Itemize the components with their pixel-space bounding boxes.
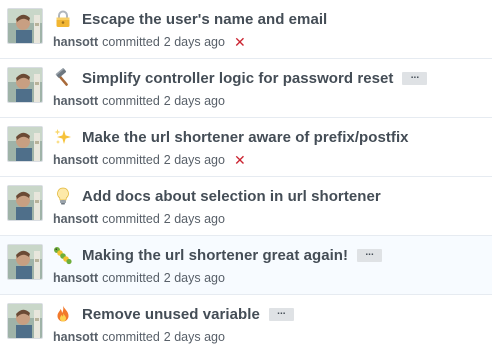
- avatar[interactable]: [7, 303, 43, 339]
- commit-row[interactable]: Add docs about selection in url shortene…: [0, 177, 492, 236]
- commit-action: committed: [102, 153, 160, 167]
- caterpillar-icon: [53, 245, 73, 265]
- commit-time: 2 days ago: [163, 94, 225, 108]
- commit-row[interactable]: Remove unused variable ... hansott commi…: [0, 295, 492, 344]
- commit-time: 2 days ago: [163, 330, 225, 344]
- commit-action: committed: [102, 94, 160, 108]
- avatar[interactable]: [7, 185, 43, 221]
- commit-author[interactable]: hansott: [53, 271, 98, 285]
- commit-time: 2 days ago: [163, 35, 225, 49]
- build-failed-icon[interactable]: ✕: [234, 35, 246, 49]
- expand-message-button[interactable]: ...: [268, 306, 294, 321]
- lock-icon: [53, 9, 73, 29]
- commit-time: 2 days ago: [163, 212, 225, 226]
- commit-list: Escape the user's name and email hansott…: [0, 0, 492, 344]
- light-bulb-icon: [53, 186, 73, 206]
- commit-action: committed: [102, 212, 160, 226]
- commit-title[interactable]: Remove unused variable: [82, 306, 260, 323]
- commit-time: 2 days ago: [163, 153, 225, 167]
- commit-author[interactable]: hansott: [53, 330, 98, 344]
- avatar[interactable]: [7, 67, 43, 103]
- commit-title[interactable]: Simplify controller logic for password r…: [82, 70, 393, 87]
- commit-action: committed: [102, 271, 160, 285]
- commit-time: 2 days ago: [163, 271, 225, 285]
- avatar[interactable]: [7, 8, 43, 44]
- commit-author[interactable]: hansott: [53, 153, 98, 167]
- commit-title[interactable]: Make the url shortener aware of prefix/p…: [82, 129, 409, 146]
- commit-row[interactable]: Make the url shortener aware of prefix/p…: [0, 118, 492, 177]
- commit-action: committed: [102, 35, 160, 49]
- avatar[interactable]: [7, 126, 43, 162]
- build-failed-icon[interactable]: ✕: [234, 153, 246, 167]
- expand-message-button[interactable]: ...: [357, 247, 383, 262]
- hammer-icon: [53, 68, 73, 88]
- commit-action: committed: [102, 330, 160, 344]
- sparkles-icon: [53, 127, 73, 147]
- fire-icon: [53, 304, 73, 324]
- commit-row[interactable]: Escape the user's name and email hansott…: [0, 0, 492, 59]
- expand-message-button[interactable]: ...: [402, 70, 428, 85]
- commit-author[interactable]: hansott: [53, 35, 98, 49]
- commit-author[interactable]: hansott: [53, 212, 98, 226]
- commit-title[interactable]: Add docs about selection in url shortene…: [82, 188, 381, 205]
- commit-author[interactable]: hansott: [53, 94, 98, 108]
- commit-title[interactable]: Making the url shortener great again!: [82, 247, 348, 264]
- commit-row[interactable]: Simplify controller logic for password r…: [0, 59, 492, 118]
- commit-row[interactable]: Making the url shortener great again! ..…: [0, 236, 492, 295]
- avatar[interactable]: [7, 244, 43, 280]
- commit-title[interactable]: Escape the user's name and email: [82, 11, 327, 28]
